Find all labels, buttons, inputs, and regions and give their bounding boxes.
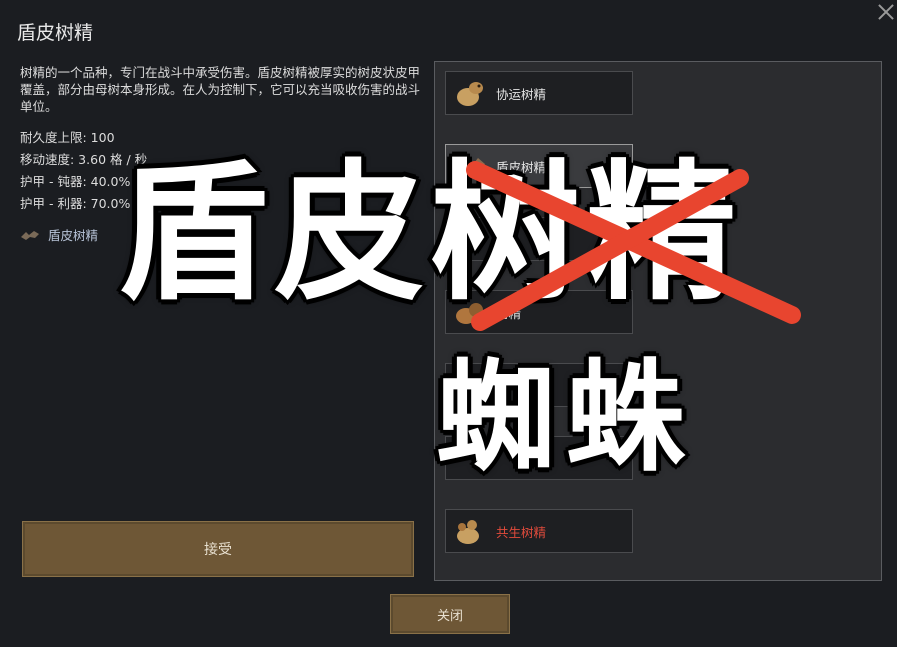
type-link[interactable]: 盾皮树精 bbox=[20, 225, 98, 244]
type-link-label: 盾皮树精 bbox=[48, 228, 99, 243]
dialog-title: 盾皮树精 bbox=[17, 22, 94, 44]
dryad-list-panel: 协运树精 盾皮树精 树精 共生树精 bbox=[434, 61, 882, 581]
dialog-window: 盾皮树精 树精的一个品种，专门在战斗中承受伤害。盾皮树精被厚实的树皮状皮甲覆盖，… bbox=[0, 0, 897, 647]
accept-button[interactable]: 接受 bbox=[22, 521, 414, 577]
stat-move-speed: 移动速度: 3.60 格 / 秒 bbox=[20, 152, 148, 167]
list-item-dryad[interactable]: 树精 bbox=[445, 290, 633, 334]
list-item-symbiote[interactable]: 共生树精 bbox=[445, 509, 633, 553]
stat-max-hp: 耐久度上限: 100 bbox=[20, 130, 115, 145]
list-item-empty-2[interactable] bbox=[445, 363, 633, 407]
dryad-carrier-icon bbox=[457, 82, 483, 106]
close-icon[interactable] bbox=[876, 2, 896, 22]
list-item-empty-3[interactable] bbox=[445, 436, 633, 480]
dryad-symbiote-icon bbox=[457, 520, 479, 544]
list-item-empty-1[interactable] bbox=[445, 217, 633, 261]
description-text: 树精的一个品种，专门在战斗中承受伤害。盾皮树精被厚实的树皮状皮甲覆盖，部分由母树… bbox=[20, 65, 421, 114]
stat-armor-sharp: 护甲 - 利器: 70.0% bbox=[20, 196, 131, 211]
stat-armor-blunt: 护甲 - 钝器: 40.0% bbox=[20, 174, 131, 189]
close-button[interactable]: 关闭 bbox=[390, 594, 510, 634]
dryad-barkskin-icon bbox=[456, 152, 485, 178]
barkskin-dryad-icon bbox=[21, 230, 39, 240]
list-item-carrier[interactable]: 协运树精 bbox=[445, 71, 633, 115]
list-item-barkskin[interactable]: 盾皮树精 bbox=[445, 144, 633, 188]
dryad-icon bbox=[456, 303, 483, 324]
